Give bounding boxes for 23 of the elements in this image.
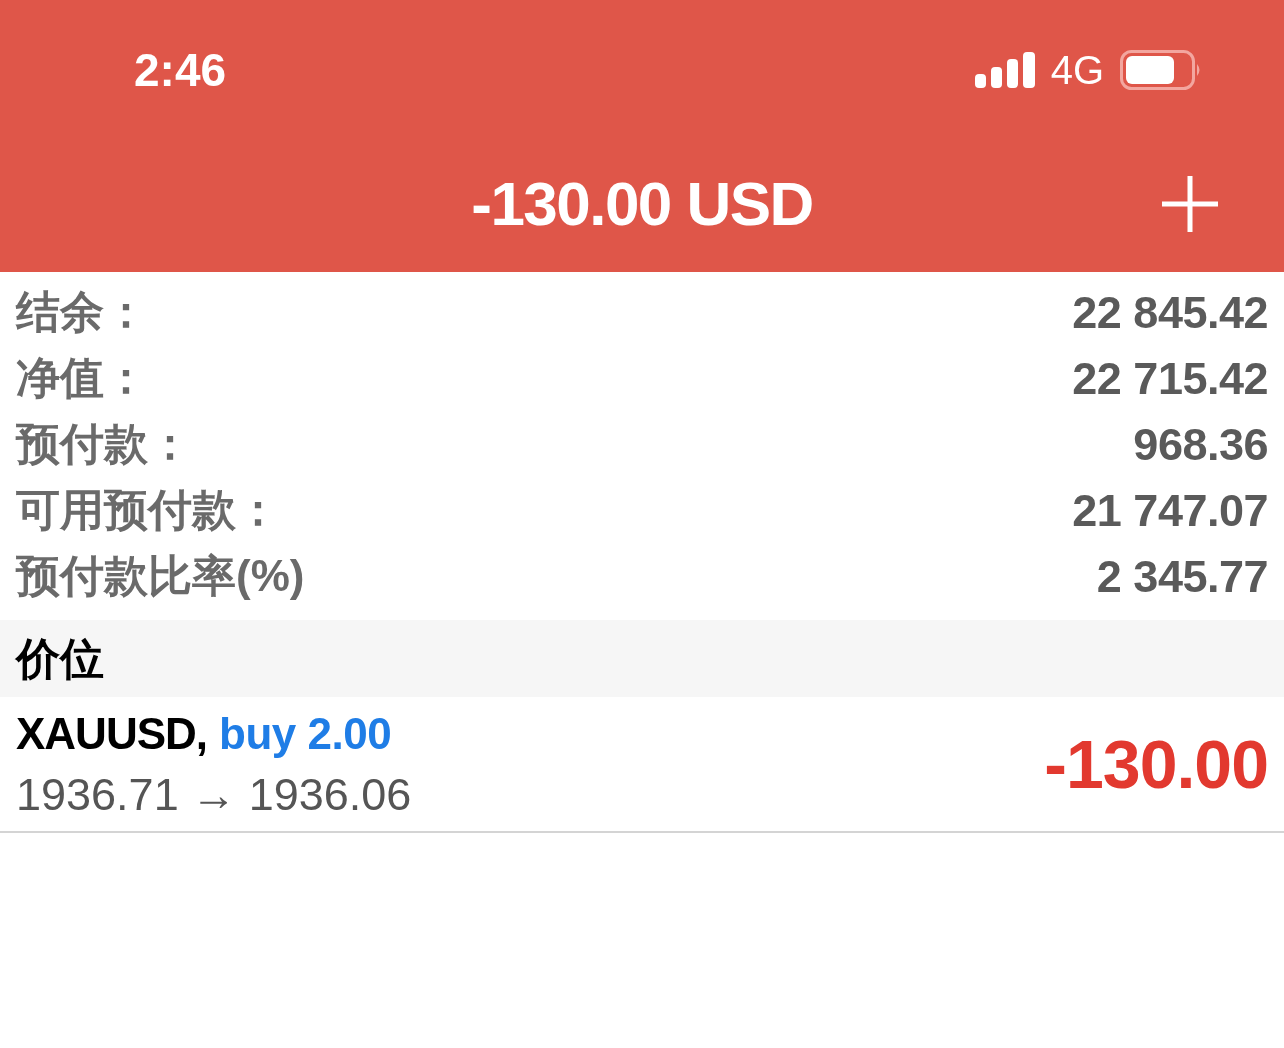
- network-label: 4G: [1050, 50, 1104, 90]
- account-value: 22 715.42: [1072, 355, 1268, 401]
- account-label: 预付款：: [16, 422, 192, 466]
- account-label: 结余：: [16, 290, 148, 334]
- battery-icon: [1120, 50, 1202, 90]
- account-value: 2 345.77: [1096, 553, 1268, 599]
- account-value: 968.36: [1133, 421, 1268, 467]
- section-title: 价位: [16, 636, 104, 681]
- plus-icon: [1162, 176, 1218, 232]
- account-label: 预付款比率(%): [16, 554, 305, 598]
- account-label: 可用预付款：: [16, 488, 280, 532]
- header-title: -130.00 USD: [471, 173, 813, 239]
- account-value: 21 747.07: [1072, 487, 1268, 533]
- account-label: 净值：: [16, 356, 148, 400]
- add-button[interactable]: [1162, 176, 1218, 232]
- position-profit: -130.00: [1044, 730, 1268, 798]
- status-time: 2:46: [134, 47, 227, 93]
- account-value: 22 845.42: [1072, 289, 1268, 335]
- position-prices: 1936.71 → 1936.06: [16, 771, 412, 817]
- position-row[interactable]: XAUUSD, buy 2.00 1936.71 → 1936.06 -130.00: [0, 697, 1284, 833]
- position-order: buy 2.00: [219, 711, 392, 756]
- position-symbol: XAUUSD,: [16, 711, 208, 756]
- signal-icon: [974, 52, 1035, 88]
